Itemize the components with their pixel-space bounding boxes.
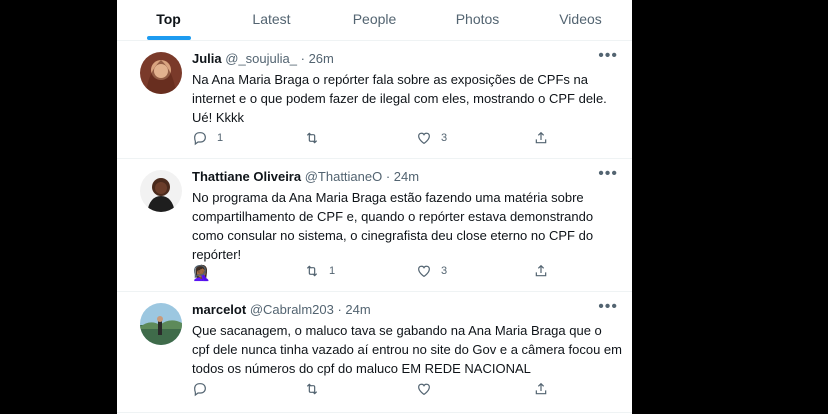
display-name[interactable]: Julia: [192, 51, 222, 66]
tab-people[interactable]: People: [323, 0, 426, 40]
share-icon: [535, 264, 547, 277]
share-icon: [535, 131, 547, 144]
retweet-icon: [306, 265, 318, 277]
display-name[interactable]: marcelot: [192, 302, 246, 317]
heart-icon: [418, 265, 430, 278]
retweet-count: 1: [329, 265, 336, 277]
tweet-time[interactable]: · 24m: [386, 169, 419, 184]
tweet-actions: 1 3: [192, 130, 622, 150]
like-button[interactable]: [416, 381, 441, 397]
tab-latest[interactable]: Latest: [220, 0, 323, 40]
share-button[interactable]: [533, 263, 549, 279]
like-count: 3: [441, 132, 448, 144]
like-count: 3: [441, 265, 448, 277]
share-button[interactable]: [533, 130, 549, 146]
more-horizontal-icon[interactable]: •••: [598, 47, 618, 65]
tab-label: Photos: [455, 11, 500, 27]
tab-label: Latest: [252, 11, 291, 27]
tab-label: Top: [156, 11, 181, 27]
tab-photos[interactable]: Photos: [426, 0, 529, 40]
tweet-actions: 1 3: [192, 263, 622, 283]
user-handle[interactable]: @_soujulia_: [225, 51, 297, 66]
retweet-button[interactable]: [304, 381, 329, 397]
tweet[interactable]: marcelot @Cabralm203 · 24m ••• Que sacan…: [117, 292, 632, 413]
tweet[interactable]: Julia @_soujulia_ · 26m ••• Na Ana Maria…: [117, 41, 632, 159]
tab-videos[interactable]: Videos: [529, 0, 632, 40]
more-horizontal-icon[interactable]: •••: [598, 165, 618, 183]
heart-icon: [418, 132, 430, 145]
tab-label: People: [352, 11, 397, 27]
active-tab-indicator: [146, 36, 191, 40]
tweet-text: Na Ana Maria Braga o repórter fala sobre…: [192, 72, 607, 125]
avatar[interactable]: [140, 52, 182, 94]
tweet-time[interactable]: · 24m: [337, 302, 370, 317]
reply-button[interactable]: 1: [192, 130, 223, 146]
search-tabs: Top Latest People Photos Videos: [117, 0, 632, 41]
reply-button[interactable]: [192, 381, 217, 397]
display-name[interactable]: Thattiane Oliveira: [192, 169, 301, 184]
reply-count: 1: [217, 132, 224, 144]
retweet-icon: [306, 132, 318, 144]
share-button[interactable]: [533, 381, 549, 397]
tweet-text: No programa da Ana Maria Braga estão faz…: [192, 190, 594, 262]
reply-button[interactable]: [192, 263, 217, 279]
retweet-button[interactable]: 1: [304, 263, 335, 279]
reply-icon: [194, 383, 206, 397]
tab-top[interactable]: Top: [117, 0, 220, 40]
user-handle[interactable]: @ThattianeO: [305, 169, 383, 184]
search-results-panel: Top Latest People Photos Videos Julia @_…: [117, 0, 632, 414]
like-button[interactable]: 3: [416, 263, 447, 279]
tab-label: Videos: [559, 11, 602, 27]
retweet-icon: [306, 383, 318, 395]
tweet-time[interactable]: · 26m: [301, 51, 334, 66]
tweet-text: Que sacanagem, o maluco tava se gabando …: [192, 323, 622, 376]
tweet-header: Julia @_soujulia_ · 26m: [192, 51, 334, 66]
tweet-header: marcelot @Cabralm203 · 24m: [192, 302, 371, 317]
more-horizontal-icon[interactable]: •••: [598, 298, 618, 316]
tweet-actions: [192, 381, 622, 401]
tweet[interactable]: Thattiane Oliveira @ThattianeO · 24m •••…: [117, 159, 632, 292]
avatar[interactable]: [140, 170, 182, 212]
reply-icon: [194, 265, 206, 279]
like-button[interactable]: 3: [416, 130, 447, 146]
share-icon: [535, 382, 547, 395]
retweet-button[interactable]: [304, 130, 329, 146]
heart-icon: [418, 383, 430, 396]
reply-icon: [194, 132, 206, 146]
tweet-header: Thattiane Oliveira @ThattianeO · 24m: [192, 169, 419, 184]
user-handle[interactable]: @Cabralm203: [250, 302, 334, 317]
avatar[interactable]: [140, 303, 182, 345]
